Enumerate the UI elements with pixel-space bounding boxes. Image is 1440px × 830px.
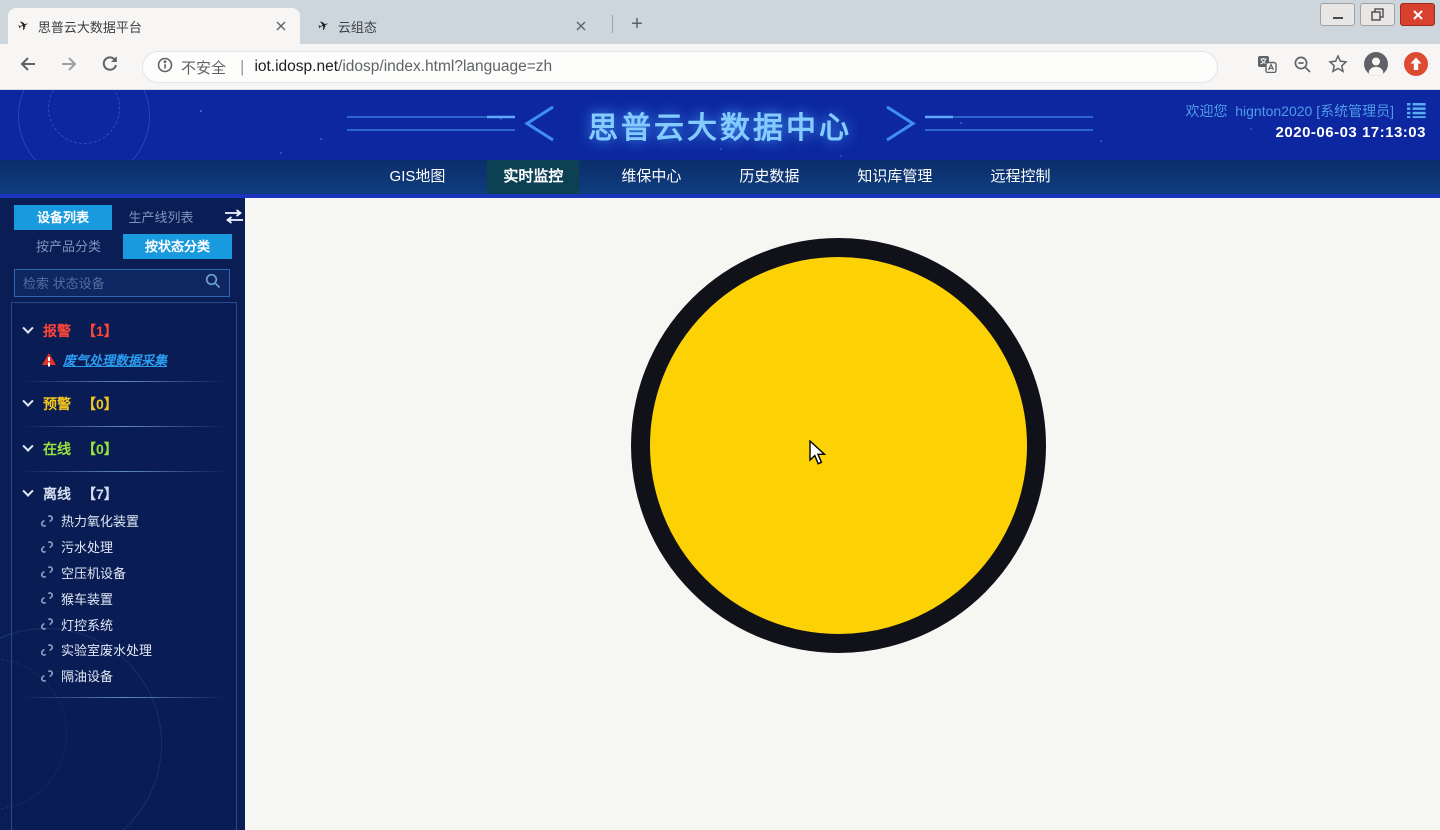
chevron-down-icon[interactable] <box>22 396 33 407</box>
header-decoration-dots <box>200 110 202 112</box>
device-sidebar: 设备列表 生产线列表 按产品分类 按状态分类 <box>0 198 245 830</box>
tree-section-warning[interactable]: 预警 【0】 <box>12 390 236 418</box>
info-icon[interactable] <box>157 57 173 78</box>
tab-separator <box>612 15 613 33</box>
user-menu-icon[interactable] <box>1407 102 1426 123</box>
title-ornament-left <box>347 103 572 148</box>
page-title: 思普云大数据中心 <box>588 103 852 147</box>
welcome-user-text: 欢迎您 hignton2020 [系统管理员] <box>1185 101 1394 121</box>
tab-favicon-icon: ✈ <box>16 17 32 36</box>
chevron-down-icon[interactable] <box>22 486 33 497</box>
offline-count: 【7】 <box>82 484 118 504</box>
browser-tab-strip: ✈ 思普云大数据平台 ✈ 云组态 + <box>0 0 1440 44</box>
tab-favicon-icon: ✈ <box>316 17 332 36</box>
security-label: 不安全 <box>181 57 226 78</box>
device-item[interactable]: 空压机设备 <box>12 560 236 586</box>
tab-title: 云组态 <box>338 17 572 36</box>
broken-link-icon <box>40 540 54 554</box>
device-item[interactable]: 热力氧化装置 <box>12 508 236 534</box>
device-item[interactable]: 污水处理 <box>12 534 236 560</box>
broken-link-icon <box>40 669 54 683</box>
tab-close-icon[interactable] <box>572 17 590 35</box>
browser-tab-inactive[interactable]: ✈ 云组态 <box>308 8 600 44</box>
restore-button[interactable] <box>1360 3 1395 26</box>
window-controls <box>1320 3 1435 26</box>
status-indicator-circle[interactable] <box>631 238 1046 653</box>
search-input[interactable] <box>23 276 205 291</box>
title-ornament-right <box>868 103 1093 148</box>
warning-count: 【0】 <box>82 394 118 414</box>
url-path: /idosp/index.html?language=zh <box>338 58 552 76</box>
tab-by-status[interactable]: 按状态分类 <box>123 234 232 259</box>
broken-link-icon <box>40 565 54 579</box>
forward-button[interactable] <box>59 54 79 79</box>
broken-link-icon <box>40 643 54 657</box>
reload-button[interactable] <box>100 54 120 79</box>
datetime-display: 2020-06-03 17:13:03 <box>1276 124 1426 141</box>
device-item[interactable]: 猴车装置 <box>12 585 236 611</box>
device-item[interactable]: 实验室废水处理 <box>12 637 236 663</box>
avatar-icon[interactable] <box>1364 52 1388 81</box>
device-tree: 报警 【1】 废气处理数据采集 预警 【0】 在线 【0】 <box>11 302 237 830</box>
address-bar[interactable]: 不安全 | iot.idosp.net/idosp/index.html?lan… <box>142 51 1218 83</box>
url-domain: iot.idosp.net <box>254 58 338 76</box>
divider <box>22 697 226 698</box>
chevron-down-icon[interactable] <box>22 323 33 334</box>
close-button[interactable] <box>1400 3 1435 26</box>
device-item[interactable]: 隔油设备 <box>12 663 236 689</box>
main-navigation: GIS地图 实时监控 维保中心 历史数据 知识库管理 远程控制 <box>0 160 1440 198</box>
tree-section-online[interactable]: 在线 【0】 <box>12 435 236 463</box>
tab-device-list[interactable]: 设备列表 <box>14 205 112 230</box>
alarm-device-link[interactable]: 废气处理数据采集 <box>63 350 167 369</box>
alarm-device-item[interactable]: 废气处理数据采集 <box>12 345 236 373</box>
new-tab-button[interactable]: + <box>624 11 650 37</box>
translate-icon[interactable] <box>1257 55 1277 78</box>
browser-toolbar: 不安全 | iot.idosp.net/idosp/index.html?lan… <box>0 44 1440 90</box>
back-button[interactable] <box>18 54 38 79</box>
minimize-button[interactable] <box>1320 3 1355 26</box>
broken-link-icon <box>40 514 54 528</box>
device-item[interactable]: 灯控系统 <box>12 611 236 637</box>
scada-canvas <box>245 198 1440 830</box>
tree-section-offline[interactable]: 离线 【7】 <box>12 480 236 508</box>
online-count: 【0】 <box>82 439 118 459</box>
page-header: 思普云大数据中心 欢迎您 hignton2020 [系统管理员] 2020-06… <box>0 90 1440 160</box>
tab-title: 思普云大数据平台 <box>38 17 272 36</box>
alarm-count: 【1】 <box>82 321 118 341</box>
browser-tab-active[interactable]: ✈ 思普云大数据平台 <box>8 8 300 44</box>
address-separator: | <box>240 57 244 77</box>
nav-item-history-data[interactable]: 历史数据 <box>723 160 815 194</box>
nav-item-gis-map[interactable]: GIS地图 <box>374 160 462 194</box>
webpage: 思普云大数据中心 欢迎您 hignton2020 [系统管理员] 2020-06… <box>0 90 1440 830</box>
broken-link-icon <box>40 591 54 605</box>
nav-item-knowledge-base[interactable]: 知识库管理 <box>841 160 948 194</box>
divider <box>22 381 226 382</box>
divider <box>22 471 226 472</box>
search-icon[interactable] <box>205 273 221 294</box>
zoom-icon[interactable] <box>1293 55 1312 79</box>
nav-item-realtime-monitor[interactable]: 实时监控 <box>487 160 579 194</box>
swap-icon[interactable] <box>224 209 244 229</box>
tab-close-icon[interactable] <box>272 17 290 35</box>
bookmark-star-icon[interactable] <box>1328 54 1348 79</box>
tab-production-line-list[interactable]: 生产线列表 <box>112 205 210 230</box>
chevron-down-icon[interactable] <box>22 441 33 452</box>
nav-item-maintenance-center[interactable]: 维保中心 <box>605 160 697 194</box>
tab-by-product[interactable]: 按产品分类 <box>14 234 123 259</box>
nav-item-remote-control[interactable]: 远程控制 <box>974 160 1066 194</box>
mouse-cursor <box>808 440 830 471</box>
browser-update-icon[interactable] <box>1404 52 1428 81</box>
broken-link-icon <box>40 617 54 631</box>
divider <box>22 426 226 427</box>
tree-section-alarm[interactable]: 报警 【1】 <box>12 317 236 345</box>
device-search-box[interactable] <box>14 269 230 297</box>
warning-triangle-icon <box>42 353 56 365</box>
